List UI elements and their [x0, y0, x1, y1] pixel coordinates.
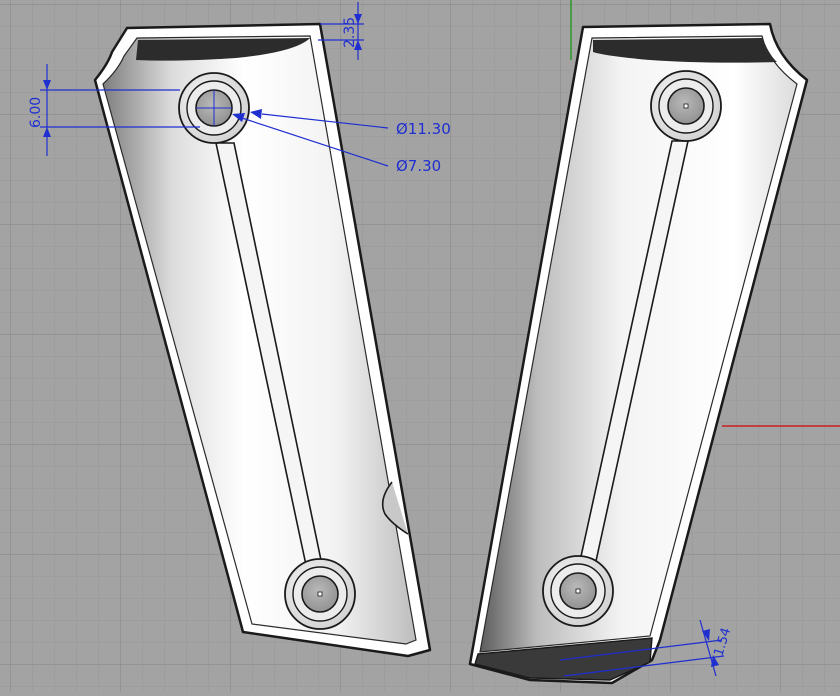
- cad-scene: 2.35 6.00 Ø11.30 Ø7.30 1.54: [0, 0, 840, 692]
- dim-inner-diameter-label: Ø7.30: [396, 157, 441, 175]
- dim-top-thickness-label: 2.35: [342, 17, 358, 48]
- right-top-hole-center: [683, 103, 689, 109]
- dim-hole-offset-label: 6.00: [28, 97, 44, 128]
- left-bottom-hole-center: [317, 591, 323, 597]
- right-bottom-hole-center: [575, 588, 581, 594]
- cad-viewport[interactable]: 2.35 6.00 Ø11.30 Ø7.30 1.54: [0, 0, 840, 692]
- dim-outer-diameter-label: Ø11.30: [396, 120, 451, 138]
